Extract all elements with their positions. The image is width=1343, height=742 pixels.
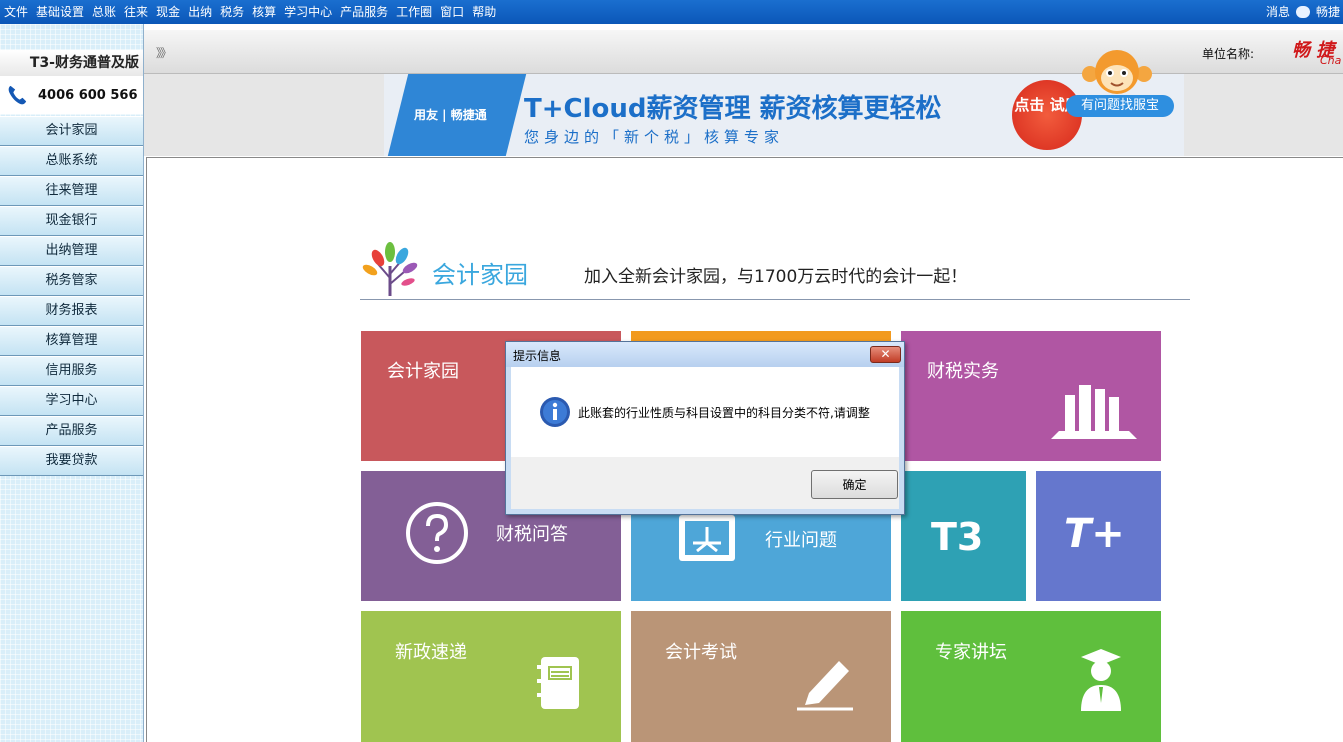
question-icon xyxy=(406,502,468,564)
tile-label: 会计考试 xyxy=(665,642,737,663)
ok-button[interactable]: 确定 xyxy=(811,470,898,499)
menu-work-circle[interactable]: 工作圈 xyxy=(392,0,436,24)
nav-item-credit[interactable]: 信用服务 xyxy=(0,356,143,386)
graduate-icon xyxy=(1081,649,1121,711)
menu-accounting[interactable]: 核算 xyxy=(248,0,280,24)
home-title: 会计家园 xyxy=(432,261,528,289)
nav-item-product-service[interactable]: 产品服务 xyxy=(0,416,143,446)
chat-bubble-icon[interactable] xyxy=(1295,6,1310,18)
menu-accounts[interactable]: 往来 xyxy=(120,0,152,24)
tile-accounting-exam[interactable]: 会计考试 xyxy=(631,611,891,742)
help-badge[interactable]: 有问题找服宝 xyxy=(1066,95,1174,117)
menu-cash[interactable]: 现金 xyxy=(152,0,184,24)
tile-label: 专家讲坛 xyxy=(935,642,1007,663)
tile-label: T3 xyxy=(931,515,984,559)
title-divider xyxy=(360,299,1190,300)
tile-label: 财税实务 xyxy=(927,361,999,382)
menu-learning[interactable]: 学习中心 xyxy=(280,0,336,24)
menu-general-ledger[interactable]: 总账 xyxy=(88,0,120,24)
dialog-footer: 确定 xyxy=(511,457,899,509)
brand-logo-en: Cha xyxy=(1320,54,1342,67)
phone-icon xyxy=(8,85,27,105)
unit-label: 单位名称: xyxy=(1202,47,1255,61)
nav-item-learning[interactable]: 学习中心 xyxy=(0,386,143,416)
menu-help[interactable]: 帮助 xyxy=(468,0,500,24)
tile-tax-practice[interactable]: 财税实务 xyxy=(901,331,1161,461)
chanjet-link[interactable]: 畅捷 xyxy=(1313,0,1343,24)
dialog-message: 此账套的行业性质与科目设置中的科目分类不符,请调整 xyxy=(578,406,870,420)
nav-item-accounts[interactable]: 往来管理 xyxy=(0,176,143,206)
close-icon[interactable]: ✕ xyxy=(870,346,901,363)
tile-label: 会计家园 xyxy=(387,361,459,382)
tile-expert-forum[interactable]: 专家讲坛 xyxy=(901,611,1161,742)
tile-label: 行业问题 xyxy=(765,530,837,551)
menu-bar: 文件 基础设置 总账 往来 现金 出纳 税务 核算 学习中心 产品服务 工作圈 … xyxy=(0,0,1343,24)
dialog-title: 提示信息 xyxy=(513,349,562,363)
nav-item-accounting-mgmt[interactable]: 核算管理 xyxy=(0,326,143,356)
nav-item-tax[interactable]: 税务管家 xyxy=(0,266,143,296)
menu-file[interactable]: 文件 xyxy=(0,0,32,24)
banner-subtitle: 您身边的「新个税」核算专家 xyxy=(524,128,785,146)
menu-product-service[interactable]: 产品服务 xyxy=(336,0,392,24)
banner-logo: 用友 | 畅捷通 xyxy=(414,108,487,122)
header-strip: 》》 单位名称: 畅 捷 Cha xyxy=(144,30,1343,74)
dialog-titlebar[interactable]: 提示信息 xyxy=(506,342,904,367)
presentation-icon xyxy=(679,515,735,561)
tile-t3[interactable]: T3 xyxy=(901,471,1026,601)
promo-banner[interactable]: 用友 | 畅捷通 T+Cloud薪资管理 薪资核算更轻松 您身边的「新个税」核算… xyxy=(384,74,1184,156)
banner-title: T+Cloud薪资管理 薪资核算更轻松 xyxy=(524,94,942,124)
nav-item-cashier[interactable]: 出纳管理 xyxy=(0,236,143,266)
info-dialog: 提示信息 ✕ 此账套的行业性质与科目设置中的科目分类不符,请调整 确定 xyxy=(505,341,905,515)
nav-list: 会计家园 总账系统 往来管理 现金银行 出纳管理 税务管家 财务报表 核算管理 … xyxy=(0,116,143,476)
left-panel: T3-财务通普及版 4006 600 566 会计家园 总账系统 往来管理 现金… xyxy=(0,24,144,742)
accounting-home-tree-icon xyxy=(362,242,418,296)
menu-tax[interactable]: 税务 xyxy=(216,0,248,24)
messages-link[interactable]: 消息 xyxy=(1263,0,1293,24)
nav-item-loan[interactable]: 我要贷款 xyxy=(0,446,143,476)
product-name: T3-财务通普及版 xyxy=(0,50,143,76)
hotline-number: 4006 600 566 xyxy=(38,87,138,103)
tile-label: T+ xyxy=(1064,511,1125,557)
menu-basic-settings[interactable]: 基础设置 xyxy=(32,0,88,24)
collapse-toggle[interactable]: 》》 xyxy=(156,44,172,61)
nav-item-cash-bank[interactable]: 现金银行 xyxy=(0,206,143,236)
home-slogan: 加入全新会计家园，与1700万云时代的会计一起！ xyxy=(584,267,968,287)
menu-window[interactable]: 窗口 xyxy=(436,0,468,24)
tile-tplus[interactable]: T+ xyxy=(1036,471,1161,601)
nav-item-reports[interactable]: 财务报表 xyxy=(0,296,143,326)
dialog-body: 此账套的行业性质与科目设置中的科目分类不符,请调整 xyxy=(511,367,899,457)
pen-icon xyxy=(797,661,853,711)
notebook-icon xyxy=(537,657,579,709)
books-icon xyxy=(1051,385,1137,439)
tile-new-policy[interactable]: 新政速递 xyxy=(361,611,621,742)
tile-label: 财税问答 xyxy=(496,524,568,545)
info-icon xyxy=(540,397,570,427)
nav-item-accounting-home[interactable]: 会计家园 xyxy=(0,116,143,146)
nav-item-general-ledger[interactable]: 总账系统 xyxy=(0,146,143,176)
hotline: 4006 600 566 xyxy=(0,76,143,114)
menu-cashier[interactable]: 出纳 xyxy=(184,0,216,24)
monkey-mascot-icon[interactable] xyxy=(1080,48,1154,98)
tile-label: 新政速递 xyxy=(395,642,467,663)
